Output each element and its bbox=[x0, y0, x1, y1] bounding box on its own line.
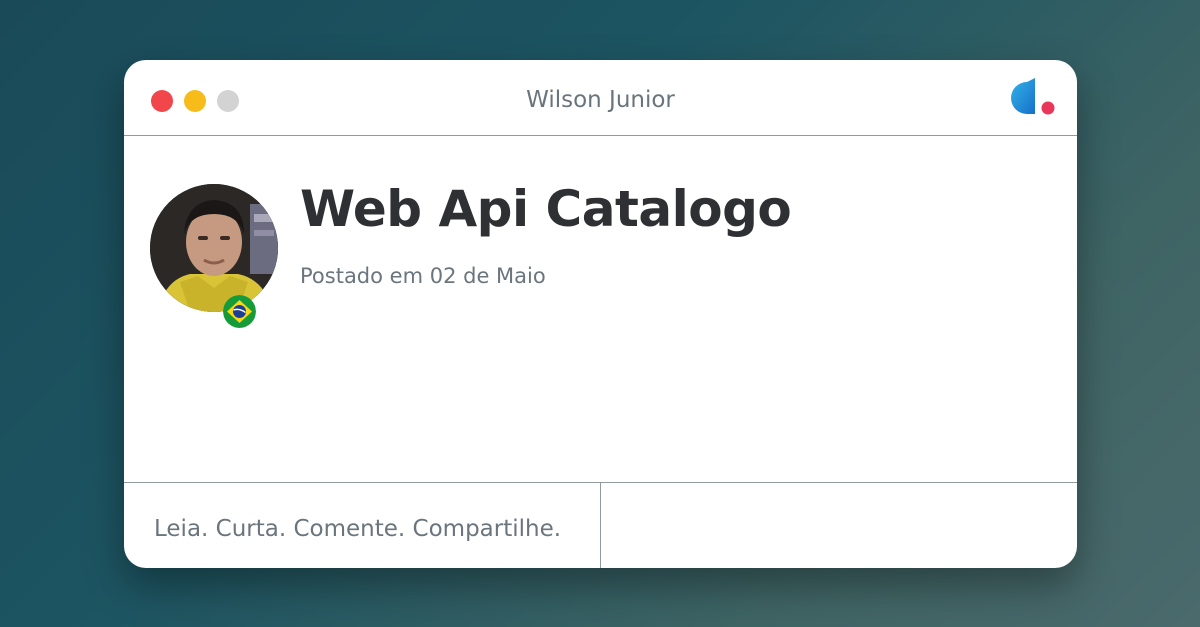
post-date: Postado em 02 de Maio bbox=[300, 264, 546, 288]
author-avatar[interactable] bbox=[150, 184, 278, 328]
title-bar: Wilson Junior bbox=[124, 60, 1077, 136]
window-title: Wilson Junior bbox=[526, 87, 675, 113]
card-window: Wilson Junior Web Api Catalogo Postado e… bbox=[124, 60, 1077, 568]
tagline: Leia. Curta. Comente. Compartilhe. bbox=[154, 516, 562, 542]
footer-divider bbox=[600, 483, 601, 568]
logo-icon bbox=[1011, 78, 1055, 115]
post-title: Web Api Catalogo bbox=[300, 180, 792, 238]
avatar-photo-icon bbox=[150, 184, 278, 312]
avatar bbox=[150, 184, 278, 312]
card-footer: Leia. Curta. Comente. Compartilhe. bbox=[124, 482, 1077, 568]
brazil-flag-icon bbox=[223, 295, 256, 328]
post-content: Web Api Catalogo Postado em 02 de Maio bbox=[124, 136, 1077, 482]
